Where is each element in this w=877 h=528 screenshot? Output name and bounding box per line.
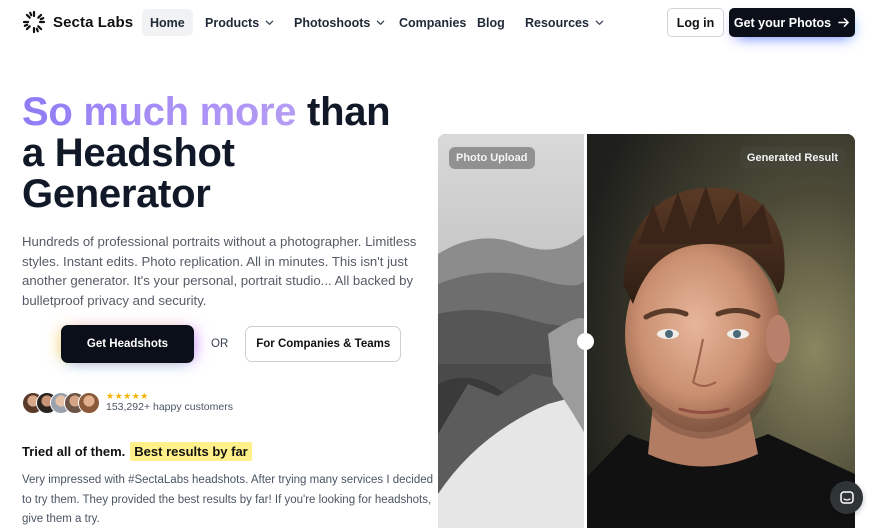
hero-title-line-1: than [296, 90, 391, 134]
nav-item-label: Resources [525, 15, 589, 30]
login-button[interactable]: Log in [667, 8, 724, 37]
nav-item-label: Blog [477, 15, 505, 30]
get-photos-label: Get your Photos [733, 15, 832, 30]
social-proof-text: ★★★★★ 153,292+ happy customers [106, 391, 233, 414]
get-headshots-button[interactable]: Get Headshots [61, 325, 194, 363]
photo-upload-label: Photo Upload [449, 147, 535, 169]
chat-bubble-icon [839, 490, 854, 504]
testimonial-heading-text: Tried all of them. [22, 444, 126, 459]
chat-button[interactable] [830, 481, 863, 514]
chevron-down-icon [265, 20, 274, 25]
get-photos-button[interactable]: Get your Photos [729, 8, 855, 37]
customer-avatars [22, 391, 100, 414]
testimonial-heading: Tried all of them. Best results by far [22, 442, 252, 461]
nav-item-companies[interactable]: Companies [391, 9, 474, 36]
nav-item-photoshoots[interactable]: Photoshoots [286, 9, 393, 36]
nav-item-products[interactable]: Products [197, 9, 282, 36]
customer-count: 153,292+ happy customers [106, 401, 233, 413]
hero-title-line-3: Generator [22, 172, 211, 216]
before-after-compare[interactable]: Photo Upload Generated Result [438, 134, 855, 528]
nav-item-label: Products [205, 15, 260, 30]
brand-name: Secta Labs [53, 13, 134, 31]
companies-teams-button[interactable]: For Companies & Teams [245, 326, 402, 362]
generated-result-label: Generated Result [739, 147, 845, 169]
nav-item-label: Photoshoots [294, 15, 371, 30]
hero-title-highlight: So much more [22, 90, 297, 134]
arrow-right-icon [838, 18, 849, 27]
compare-divider [584, 134, 587, 528]
hero-title: So much more than a Headshot Generator [22, 92, 442, 215]
or-separator: OR [211, 338, 229, 350]
testimonial-quote: Very impressed with #SectaLabs headshots… [22, 474, 434, 525]
nav-item-label: Home [150, 15, 185, 30]
sunburst-logo-icon [22, 10, 46, 34]
comparison-image [438, 134, 855, 528]
hero-title-line-2: a Headshot [22, 131, 235, 175]
nav-item-home[interactable]: Home [142, 9, 193, 36]
compare-slider-handle[interactable] [577, 333, 594, 350]
testimonial-highlight: Best results by far [130, 442, 252, 461]
chevron-down-icon [595, 20, 604, 25]
social-proof: ★★★★★ 153,292+ happy customers [22, 391, 233, 414]
cta-row: Get Headshots OR For Companies & Teams [61, 325, 402, 363]
nav-item-label: Companies [399, 15, 467, 30]
avatar [78, 391, 100, 414]
brand-logo[interactable]: Secta Labs [22, 10, 133, 34]
nav-item-blog[interactable]: Blog [469, 9, 513, 36]
chevron-down-icon [377, 20, 385, 25]
star-rating: ★★★★★ [106, 391, 149, 401]
nav-item-resources[interactable]: Resources [517, 9, 612, 36]
hero-description: Hundreds of professional portraits witho… [22, 234, 417, 308]
top-nav: Secta Labs Home Products Photoshoots Com… [0, 0, 877, 44]
